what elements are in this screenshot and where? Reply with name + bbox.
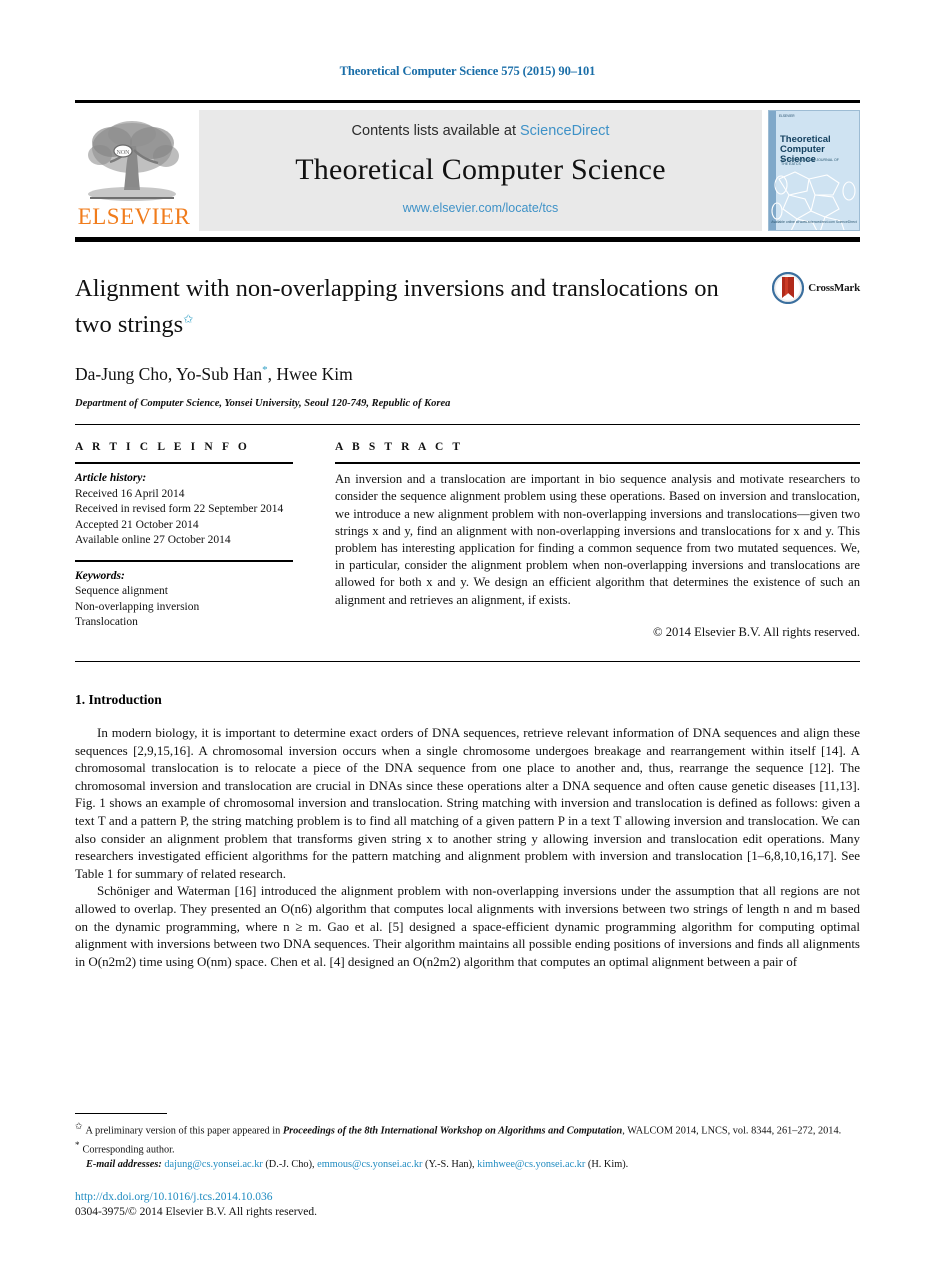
paper-page: Theoretical Computer Science 575 (2015) … bbox=[0, 0, 935, 1266]
affiliation: Department of Computer Science, Yonsei U… bbox=[75, 398, 451, 410]
cover-graphic-icon bbox=[771, 171, 856, 230]
footnote-1-italic: Proceedings of the 8th International Wor… bbox=[282, 1124, 623, 1136]
abstract-text: An inversion and a translocation are imp… bbox=[335, 472, 860, 607]
cover-footer: Available online at www.sciencedirect.co… bbox=[771, 220, 857, 224]
journal-title: Theoretical Computer Science bbox=[295, 153, 666, 186]
email-owner: (Y.-S. Han), bbox=[425, 1158, 475, 1170]
footnote-preliminary-version: ✩ A preliminary version of this paper app… bbox=[75, 1119, 860, 1139]
crossmark-badge[interactable]: CrossMark bbox=[772, 272, 860, 304]
footnote-marker-star: ✩ bbox=[75, 1120, 83, 1131]
history-item: Received in revised form 22 September 20… bbox=[75, 503, 284, 516]
keyword-item: Non-overlapping inversion bbox=[75, 600, 200, 613]
footnote-corresponding-author: * Corresponding author. bbox=[75, 1138, 860, 1158]
divider-info-2 bbox=[75, 559, 293, 562]
contents-prefix: Contents lists available at bbox=[351, 123, 520, 139]
article-info-column: A R T I C L E I N F O Article history: R… bbox=[75, 441, 313, 641]
email-link[interactable]: kimhwee@cs.yonsei.ac.kr bbox=[477, 1159, 585, 1170]
page-footer-block: http://dx.doi.org/10.1016/j.tcs.2014.10.… bbox=[75, 1190, 317, 1220]
email-owner: (D.-J. Cho), bbox=[265, 1158, 315, 1170]
title-footnote-marker[interactable]: ✩ bbox=[183, 312, 193, 326]
article-info-heading: A R T I C L E I N F O bbox=[75, 441, 250, 454]
elsevier-wordmark: ELSEVIER bbox=[77, 204, 191, 229]
abstract-copyright: © 2014 Elsevier B.V. All rights reserved… bbox=[653, 624, 860, 639]
journal-band: Contents lists available at ScienceDirec… bbox=[199, 110, 762, 231]
page-title: Alignment with non-overlapping inversion… bbox=[75, 274, 860, 340]
footnote-marker-asterisk: * bbox=[75, 1140, 80, 1151]
body-paragraph-1: In modern biology, it is important to de… bbox=[75, 724, 860, 881]
contents-list-line: Contents lists available at ScienceDirec… bbox=[352, 123, 610, 139]
footnote-block: ✩ A preliminary version of this paper app… bbox=[75, 1112, 860, 1172]
journal-masthead: NON ELSEVIER Contents lists available at… bbox=[75, 100, 860, 242]
journal-url-link[interactable]: www.elsevier.com/locate/tcs bbox=[403, 201, 559, 215]
authors-head: Da-Jung Cho, Yo-Sub Han bbox=[75, 364, 263, 385]
divider-abstract bbox=[335, 462, 860, 465]
abstract-column: A B S T R A C T An inversion and a trans… bbox=[313, 441, 860, 641]
sciencedirect-link[interactable]: ScienceDirect bbox=[520, 123, 609, 139]
section-heading-introduction: 1. Introduction bbox=[75, 692, 860, 708]
email-owner: (H. Kim). bbox=[587, 1158, 629, 1170]
footnote-1-post: , WALCOM 2014, LNCS, vol. 8344, 261–272,… bbox=[622, 1124, 842, 1136]
footnote-divider bbox=[75, 1112, 167, 1114]
history-item: Accepted 21 October 2014 bbox=[75, 518, 199, 531]
section-number: 1. bbox=[75, 691, 86, 707]
info-abstract-row: A R T I C L E I N F O Article history: R… bbox=[75, 425, 860, 641]
footnote-1-pre: A preliminary version of this paper appe… bbox=[85, 1124, 283, 1136]
issn-copyright: 0304-3975/© 2014 Elsevier B.V. All right… bbox=[75, 1206, 318, 1218]
footnote-emails: E-mail addresses: dajung@cs.yonsei.ac.kr… bbox=[75, 1158, 860, 1172]
section-title-text: Introduction bbox=[88, 691, 162, 707]
journal-cover-thumbnail: ELSEVIER Theoretical Computer Science AN… bbox=[768, 110, 860, 231]
history-item: Available online 27 October 2014 bbox=[75, 534, 231, 547]
svg-text:NON: NON bbox=[117, 150, 131, 156]
article-history-label: Article history: bbox=[75, 472, 147, 485]
keywords-label: Keywords: bbox=[75, 569, 125, 582]
keyword-item: Translocation bbox=[75, 616, 138, 629]
elsevier-tree-icon: NON bbox=[88, 121, 179, 201]
abstract-heading: A B S T R A C T bbox=[335, 441, 464, 454]
cover-publisher-mark: ELSEVIER bbox=[779, 114, 795, 118]
crossmark-label: CrossMark bbox=[808, 282, 860, 294]
email-link[interactable]: emmous@cs.yonsei.ac.kr bbox=[317, 1159, 422, 1170]
divider-info-1 bbox=[75, 462, 293, 465]
keyword-item: Sequence alignment bbox=[75, 585, 168, 598]
footnote-2-text: Corresponding author. bbox=[82, 1144, 175, 1156]
authors-tail: , Hwee Kim bbox=[267, 364, 353, 385]
article-title-block: Alignment with non-overlapping inversion… bbox=[75, 242, 860, 409]
elsevier-logo: NON ELSEVIER bbox=[75, 110, 193, 231]
history-item: Received 16 April 2014 bbox=[75, 487, 185, 500]
body-paragraph-2: Schöniger and Waterman [16] introduced t… bbox=[75, 883, 860, 969]
crossmark-icon bbox=[772, 272, 805, 304]
doi-link[interactable]: http://dx.doi.org/10.1016/j.tcs.2014.10.… bbox=[75, 1190, 317, 1205]
emails-label: E-mail addresses: bbox=[86, 1158, 162, 1170]
email-link[interactable]: dajung@cs.yonsei.ac.kr bbox=[164, 1159, 262, 1170]
author-list: Da-Jung Cho, Yo-Sub Han*, Hwee Kim bbox=[75, 364, 860, 385]
running-head: Theoretical Computer Science 575 (2015) … bbox=[339, 64, 596, 78]
divider-below-abstract bbox=[75, 660, 860, 662]
paper-title-text: Alignment with non-overlapping inversion… bbox=[75, 275, 719, 339]
